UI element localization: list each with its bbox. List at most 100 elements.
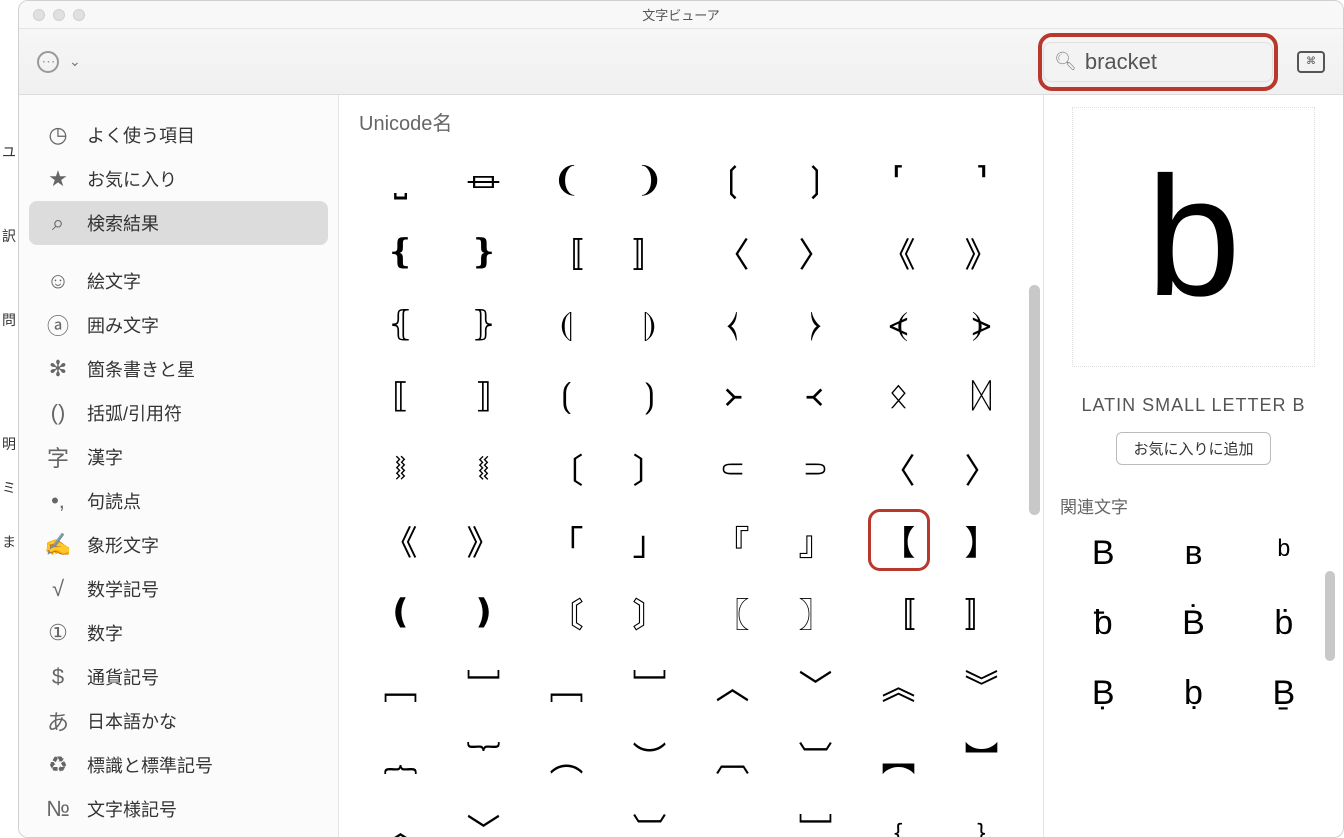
char-cell[interactable]: 〖 — [691, 576, 774, 648]
char-cell[interactable]: ᚛ — [691, 360, 774, 432]
char-cell[interactable]: 〗 — [774, 576, 857, 648]
char-cell[interactable]: ⦈ — [608, 288, 691, 360]
sidebar-item-sign[interactable]: ♻標識と標準記号 — [29, 743, 328, 787]
char-cell[interactable]: 〔 — [525, 432, 608, 504]
char-cell[interactable]: ⟯ — [608, 360, 691, 432]
char-cell[interactable]: ︺ — [608, 792, 691, 837]
char-cell[interactable]: 〚 — [857, 576, 940, 648]
char-cell[interactable]: ﹇ — [359, 648, 442, 720]
char-cell[interactable]: ⸣ — [940, 144, 1023, 216]
char-cell[interactable]: ︿ — [691, 648, 774, 720]
char-cell[interactable]: ︻ — [857, 720, 940, 792]
sidebar-item-math[interactable]: √数学記号 — [29, 567, 328, 611]
char-cell[interactable]: ❵ — [442, 216, 525, 288]
char-cell[interactable]: ﹇ — [525, 648, 608, 720]
char-cell[interactable]: ⦇ — [525, 288, 608, 360]
char-cell[interactable]: 【 — [857, 504, 940, 576]
related-char[interactable]: Ḅ — [1068, 668, 1138, 718]
char-cell[interactable]: ︼ — [940, 720, 1023, 792]
sidebar-item-enclosed[interactable]: ⓐ囲み文字 — [29, 303, 328, 347]
sidebar-item-emoji[interactable]: ☺絵文字 — [29, 259, 328, 303]
char-cell[interactable]: ︸ — [442, 720, 525, 792]
search-field[interactable]: 🔍︎ ✕ — [1043, 42, 1273, 82]
char-cell[interactable]: ⦄ — [442, 288, 525, 360]
char-cell[interactable]: ︶ — [608, 720, 691, 792]
char-cell[interactable]: ❩ — [608, 144, 691, 216]
related-char[interactable]: Ḃ — [1158, 598, 1228, 648]
sidebar-item-digit[interactable]: ①数字 — [29, 611, 328, 655]
char-cell[interactable]: ❨ — [525, 144, 608, 216]
sidebar-item-star[interactable]: ★お気に入り — [29, 157, 328, 201]
char-cell[interactable]: ᛟ — [857, 360, 940, 432]
char-cell[interactable]: ⧼ — [691, 288, 774, 360]
char-cell[interactable]: ⦔ — [940, 288, 1023, 360]
minimize-icon[interactable] — [53, 9, 65, 21]
sidebar-item-paren[interactable]: ()括弧/引用符 — [29, 391, 328, 435]
char-cell[interactable]: ⦓ — [857, 288, 940, 360]
char-cell[interactable]: ᛞ — [940, 360, 1023, 432]
char-cell[interactable]: ⧚ — [359, 432, 442, 504]
char-cell[interactable]: 〚 — [525, 216, 608, 288]
related-char[interactable]: B — [1068, 528, 1138, 578]
detail-scrollbar[interactable] — [1325, 571, 1335, 661]
char-cell[interactable]: ⸦ — [691, 432, 774, 504]
char-cell[interactable]: 〉 — [774, 216, 857, 288]
char-cell[interactable]: ﹀ — [774, 648, 857, 720]
char-cell[interactable]: 〛 — [940, 576, 1023, 648]
char-cell[interactable]: ︾ — [940, 648, 1023, 720]
sidebar-item-clock[interactable]: ◷よく使う項目 — [29, 113, 328, 157]
char-cell[interactable]: ︹ — [525, 792, 608, 837]
char-cell[interactable]: ﹇ — [691, 792, 774, 837]
char-cell[interactable]: ❲ — [691, 144, 774, 216]
char-cell[interactable]: ⟧ — [442, 360, 525, 432]
char-cell[interactable]: ⸧ — [774, 432, 857, 504]
char-cell[interactable]: ︿ — [359, 792, 442, 837]
char-cell[interactable]: ﹀ — [442, 792, 525, 837]
close-icon[interactable] — [33, 9, 45, 21]
related-char[interactable]: ᵇ — [1249, 528, 1319, 578]
char-cell[interactable]: ❪ — [359, 576, 442, 648]
char-cell[interactable]: ︹ — [691, 720, 774, 792]
char-cell[interactable]: ﹜ — [940, 792, 1023, 837]
scrollbar[interactable] — [1029, 285, 1040, 515]
sidebar-item-kanji[interactable]: 字漢字 — [29, 435, 328, 479]
char-cell[interactable]: 』 — [774, 504, 857, 576]
search-input[interactable] — [1085, 49, 1344, 75]
sidebar-item-search[interactable]: ⌕検索結果 — [29, 201, 328, 245]
sidebar-item-punct[interactable]: •,句読点 — [29, 479, 328, 523]
add-favorite-button[interactable]: お気に入りに追加 — [1116, 432, 1270, 465]
related-char[interactable]: ḃ — [1249, 598, 1319, 648]
char-cell[interactable]: ⟮ — [525, 360, 608, 432]
sidebar-item-bullet[interactable]: ✻箇条書きと星 — [29, 347, 328, 391]
char-cell[interactable]: ﹛ — [857, 792, 940, 837]
related-char[interactable]: ʙ — [1158, 528, 1228, 578]
char-cell[interactable]: ❳ — [774, 144, 857, 216]
options-button[interactable]: ⋯ — [37, 51, 59, 73]
char-cell[interactable]: 〕 — [608, 432, 691, 504]
char-cell[interactable]: 〘 — [525, 576, 608, 648]
char-cell[interactable]: ﹈ — [442, 648, 525, 720]
char-cell[interactable]: ❴ — [359, 216, 442, 288]
char-cell[interactable]: 〉 — [940, 432, 1023, 504]
traffic-lights[interactable] — [33, 9, 85, 21]
sidebar-item-kana[interactable]: あ日本語かな — [29, 699, 328, 743]
char-cell[interactable]: ⦃ — [359, 288, 442, 360]
char-cell[interactable]: 〛 — [608, 216, 691, 288]
zoom-icon[interactable] — [73, 9, 85, 21]
char-cell[interactable]: ︵ — [525, 720, 608, 792]
char-cell[interactable]: 」 — [608, 504, 691, 576]
char-cell[interactable]: ⟦ — [359, 360, 442, 432]
char-cell[interactable]: ᚜ — [774, 360, 857, 432]
char-cell[interactable]: ⎵ — [359, 144, 442, 216]
char-cell[interactable]: 》 — [442, 504, 525, 576]
char-cell[interactable]: 》 — [940, 216, 1023, 288]
related-char[interactable]: ƀ — [1068, 598, 1138, 648]
char-cell[interactable]: ︺ — [774, 720, 857, 792]
char-cell[interactable]: 〈 — [857, 432, 940, 504]
char-cell[interactable]: ﹈ — [608, 648, 691, 720]
char-cell[interactable]: 〙 — [608, 576, 691, 648]
char-cell[interactable]: 《 — [857, 216, 940, 288]
char-cell[interactable]: ⧽ — [774, 288, 857, 360]
sidebar-item-currency[interactable]: $通貨記号 — [29, 655, 328, 699]
related-char[interactable]: Ḇ — [1249, 668, 1319, 718]
